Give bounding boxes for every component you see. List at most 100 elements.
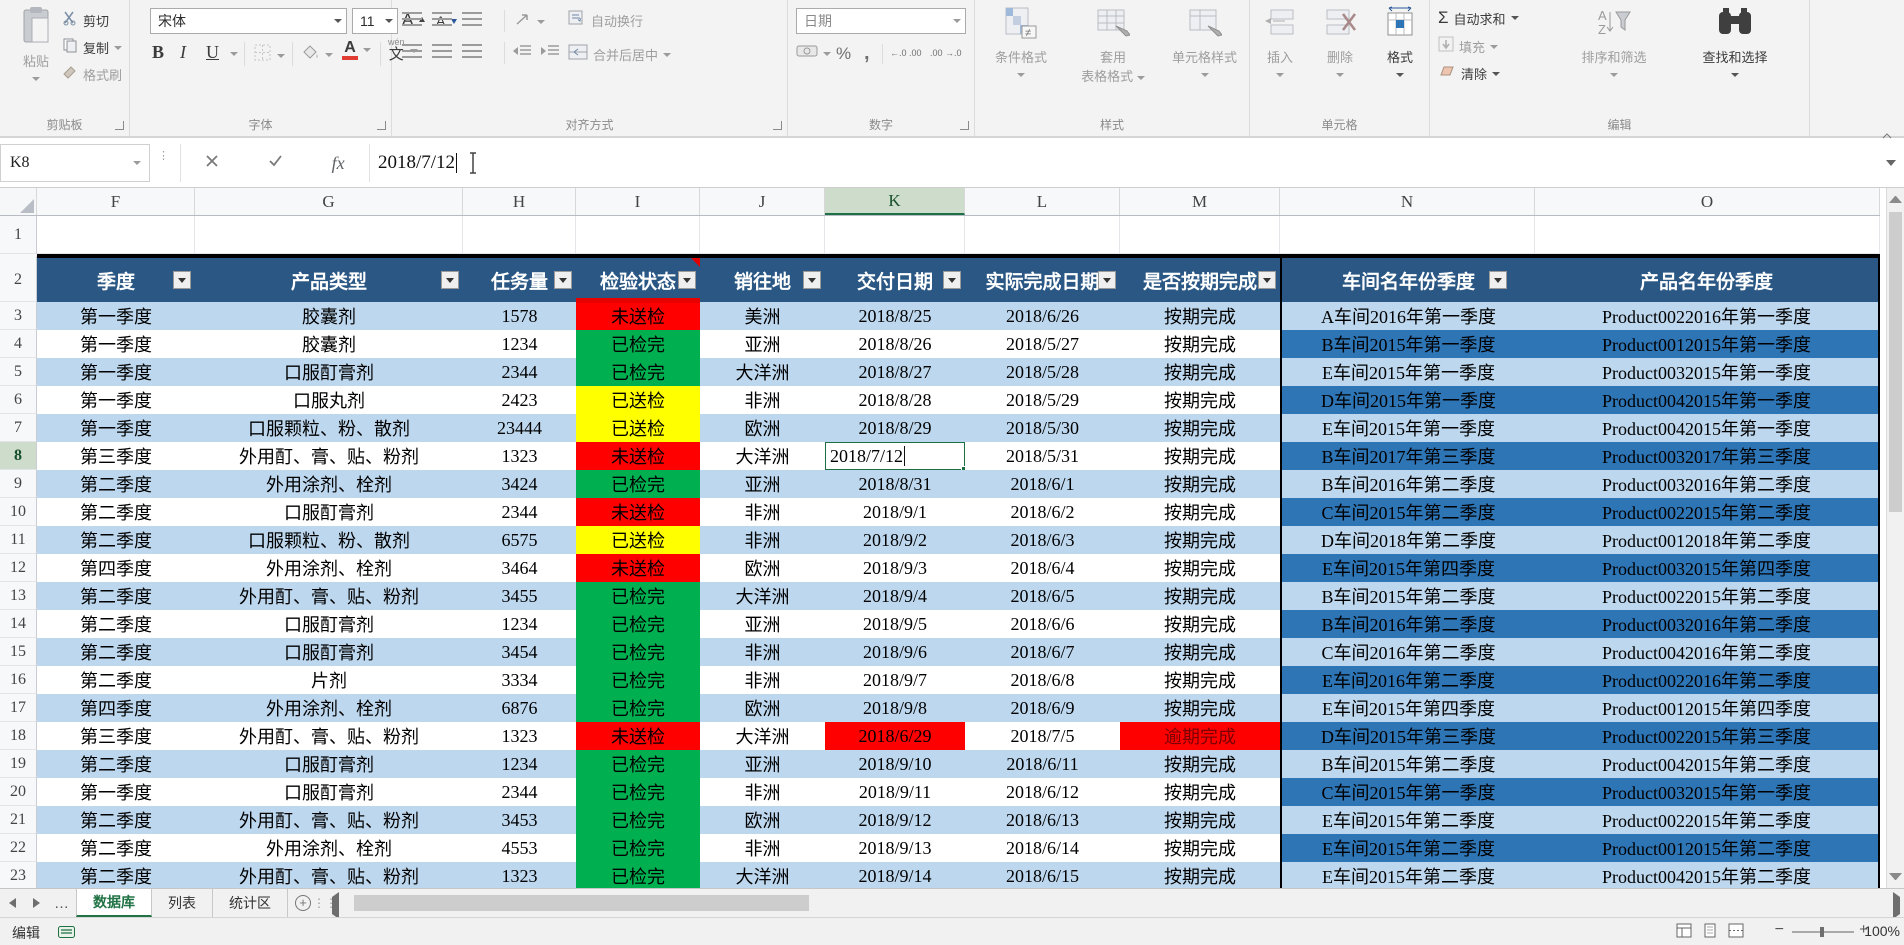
cell-H5[interactable]: 2344 [463, 358, 576, 386]
tab-splitter-handle[interactable]: ⋮⋮ [318, 889, 332, 917]
cell-M7[interactable]: 按期完成 [1120, 414, 1280, 442]
cell-L6[interactable]: 2018/5/29 [965, 386, 1120, 414]
cell-K4[interactable]: 2018/8/26 [825, 330, 965, 358]
cell-L9[interactable]: 2018/6/1 [965, 470, 1120, 498]
cell-L3[interactable]: 2018/6/26 [965, 302, 1120, 330]
cell-F17[interactable]: 第四季度 [37, 694, 195, 722]
cell-F7[interactable]: 第一季度 [37, 414, 195, 442]
select-all-corner[interactable] [0, 188, 37, 215]
cell-J5[interactable]: 大洋洲 [700, 358, 825, 386]
row-number-6[interactable]: 6 [0, 386, 37, 414]
table-header-G[interactable]: 产品类型 [195, 254, 463, 302]
cell-J4[interactable]: 亚洲 [700, 330, 825, 358]
cell-H9[interactable]: 3424 [463, 470, 576, 498]
cell-O21[interactable]: Product0022015年第二季度 [1535, 806, 1880, 834]
table-header-L[interactable]: 实际完成日期 [965, 254, 1120, 302]
cell-N4[interactable]: B车间2015年第一季度 [1280, 330, 1535, 358]
zoom-slider-thumb[interactable] [1820, 927, 1824, 937]
copy-dropdown-arrow[interactable] [114, 46, 122, 50]
cell-K23[interactable]: 2018/9/14 [825, 862, 965, 888]
cell-O6[interactable]: Product0042015年第一季度 [1535, 386, 1880, 414]
cell-G15[interactable]: 口服酊膏剂 [195, 638, 463, 666]
cell-K11[interactable]: 2018/9/2 [825, 526, 965, 554]
cell-H10[interactable]: 2344 [463, 498, 576, 526]
cell-I10[interactable]: 未送检 [576, 498, 700, 526]
cell-styles-button[interactable]: 单元格样式 [1159, 6, 1250, 84]
cell-I19[interactable]: 已检完 [576, 750, 700, 778]
merge-center-button[interactable]: 合并后居中 [568, 44, 671, 65]
cell-I3[interactable]: 未送检 [576, 302, 700, 330]
cell-K17[interactable]: 2018/9/8 [825, 694, 965, 722]
cell-H4[interactable]: 1234 [463, 330, 576, 358]
cell-K18[interactable]: 2018/6/29 [825, 722, 965, 750]
cell-M16[interactable]: 按期完成 [1120, 666, 1280, 694]
filter-dropdown-I[interactable] [678, 271, 696, 289]
cell-G8[interactable]: 外用酊、膏、贴、粉剂 [195, 442, 463, 470]
cell-F13[interactable]: 第二季度 [37, 582, 195, 610]
cell-L10[interactable]: 2018/6/2 [965, 498, 1120, 526]
cell-L19[interactable]: 2018/6/11 [965, 750, 1120, 778]
copy-button[interactable]: 复制 [62, 37, 122, 58]
column-header-G[interactable]: G [195, 188, 463, 215]
cell-M17[interactable]: 按期完成 [1120, 694, 1280, 722]
cell-I23[interactable]: 已检完 [576, 862, 700, 888]
cell-H3[interactable]: 1578 [463, 302, 576, 330]
cell-G18[interactable]: 外用酊、膏、贴、粉剂 [195, 722, 463, 750]
column-header-L[interactable]: L [965, 188, 1120, 215]
cell-K8[interactable]: 2018/7/12 [825, 442, 965, 470]
cell-I14[interactable]: 已检完 [576, 610, 700, 638]
cell-F18[interactable]: 第三季度 [37, 722, 195, 750]
column-header-K[interactable]: K [825, 188, 965, 215]
cell-H15[interactable]: 3454 [463, 638, 576, 666]
font-name-combo[interactable]: 宋体 [150, 8, 347, 34]
cell-N10[interactable]: C车间2015年第二季度 [1280, 498, 1535, 526]
cell-L7[interactable]: 2018/5/30 [965, 414, 1120, 442]
row-number-4[interactable]: 4 [0, 330, 37, 358]
cell-H6[interactable]: 2423 [463, 386, 576, 414]
cell-L22[interactable]: 2018/6/14 [965, 834, 1120, 862]
cell-J9[interactable]: 亚洲 [700, 470, 825, 498]
cell-J10[interactable]: 非洲 [700, 498, 825, 526]
cell-H17[interactable]: 6876 [463, 694, 576, 722]
table-header-F[interactable]: 季度 [37, 254, 195, 302]
paste-dropdown-arrow[interactable] [32, 77, 40, 81]
cell-G4[interactable]: 胶囊剂 [195, 330, 463, 358]
cell-I6[interactable]: 已送检 [576, 386, 700, 414]
name-box-dropdown-arrow[interactable] [133, 161, 141, 165]
cell-F14[interactable]: 第二季度 [37, 610, 195, 638]
cell-L4[interactable]: 2018/5/27 [965, 330, 1120, 358]
cell-N13[interactable]: B车间2015年第二季度 [1280, 582, 1535, 610]
cell-H23[interactable]: 1323 [463, 862, 576, 888]
cell-L11[interactable]: 2018/6/3 [965, 526, 1120, 554]
insert-function-icon[interactable]: fx [332, 153, 345, 174]
filter-dropdown-J[interactable] [803, 271, 821, 289]
cell-L15[interactable]: 2018/6/7 [965, 638, 1120, 666]
cell-N19[interactable]: B车间2015年第二季度 [1280, 750, 1535, 778]
cell-L14[interactable]: 2018/6/6 [965, 610, 1120, 638]
table-header-M[interactable]: 是否按期完成 [1120, 254, 1280, 302]
format-cells-button[interactable]: 格式 [1370, 6, 1430, 84]
cell-N15[interactable]: C车间2016年第二季度 [1280, 638, 1535, 666]
insert-cells-button[interactable]: 插入 [1250, 6, 1310, 84]
page-break-view-icon[interactable] [1728, 923, 1744, 941]
cell-F12[interactable]: 第四季度 [37, 554, 195, 582]
row-number-7[interactable]: 7 [0, 414, 37, 442]
cell-G13[interactable]: 外用酊、膏、贴、粉剂 [195, 582, 463, 610]
comma-style-button[interactable]: , [864, 42, 870, 65]
cell-M14[interactable]: 按期完成 [1120, 610, 1280, 638]
underline-button[interactable]: U [206, 42, 219, 63]
row-number-12[interactable]: 12 [0, 554, 37, 582]
tab-list-more-button[interactable]: … [48, 889, 76, 917]
accounting-format-button[interactable] [796, 44, 831, 63]
increase-indent-icon[interactable] [540, 44, 560, 63]
macro-record-icon[interactable] [58, 925, 75, 941]
cell-N6[interactable]: D车间2015年第一季度 [1280, 386, 1535, 414]
cell-O1[interactable] [1535, 216, 1880, 254]
zoom-level[interactable]: 100% [1864, 923, 1900, 939]
autosum-button[interactable]: Σ 自动求和 [1438, 8, 1519, 28]
cell-J7[interactable]: 欧洲 [700, 414, 825, 442]
cell-K15[interactable]: 2018/9/6 [825, 638, 965, 666]
cell-H1[interactable] [463, 216, 576, 254]
cell-O7[interactable]: Product0042015年第一季度 [1535, 414, 1880, 442]
row-number-5[interactable]: 5 [0, 358, 37, 386]
